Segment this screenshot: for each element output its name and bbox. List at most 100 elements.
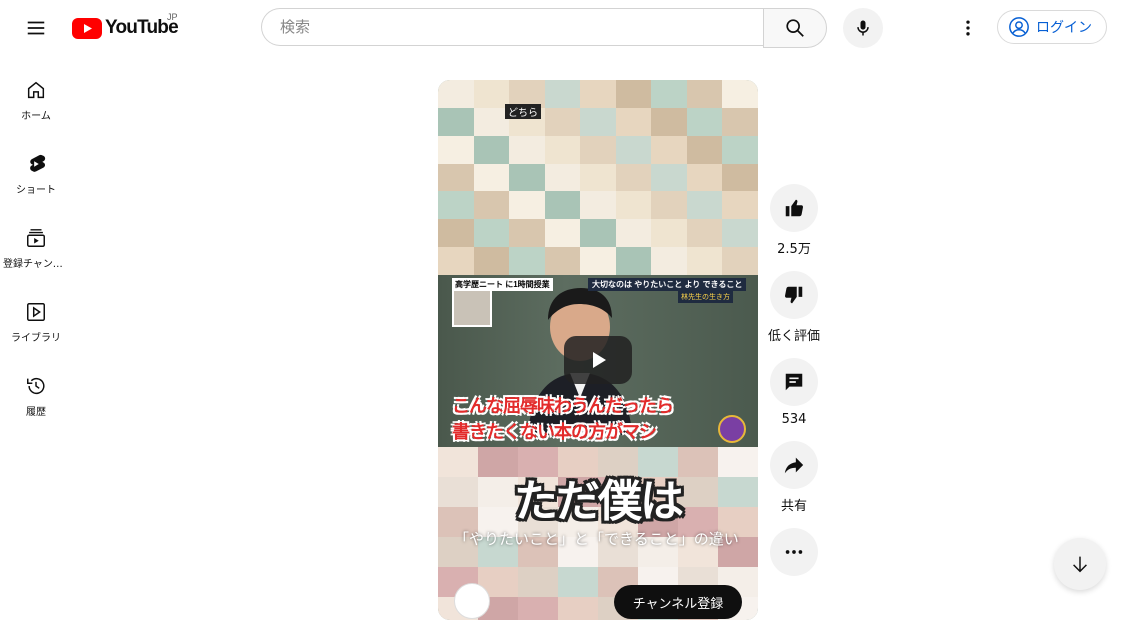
search-input[interactable] (278, 17, 763, 37)
mosaic-tile (544, 135, 581, 164)
settings-more-button[interactable] (948, 8, 988, 48)
tv-caption-line-2: 書きたくない本の方がマシ (452, 422, 657, 443)
subscriptions-icon (24, 226, 48, 250)
tv-caption-line-1: こんな屈辱味わうんだったら (452, 396, 674, 417)
play-button[interactable] (564, 336, 632, 384)
sidebar-item-label: 登録チャンネル (3, 259, 69, 270)
mosaic-tile (722, 219, 758, 248)
sidebar-item-label: ショート (16, 185, 56, 196)
tv-label-left: 高学歴ニート に1時間授業 (452, 278, 553, 291)
mosaic-tile (580, 163, 616, 192)
share-label: 共有 (780, 499, 807, 514)
mosaic-tile (722, 80, 758, 108)
mosaic-tile (438, 247, 474, 275)
mosaic-tile (473, 107, 510, 136)
login-label: ログイン (1036, 20, 1092, 36)
mosaic-tile (438, 135, 474, 164)
more-options-button[interactable] (770, 528, 818, 576)
shorts-actions: 2.5万 低く評価 534 共有 (768, 184, 820, 590)
mosaic-tile (615, 247, 652, 275)
video-title[interactable]: 「やりたいこと」と「できること」の違い (454, 528, 754, 550)
sidebar-item-library[interactable]: ライブラリ (0, 278, 72, 352)
mosaic-tile (722, 107, 758, 136)
mosaic-tile (686, 80, 723, 108)
mosaic-tile (473, 80, 510, 108)
mosaic-tile (615, 191, 652, 220)
mosaic-tile (473, 135, 510, 164)
next-video-button[interactable] (1054, 538, 1106, 590)
sidebar-item-history[interactable]: 履歴 (0, 352, 72, 426)
mosaic-tile (438, 219, 474, 248)
mosaic-tile (722, 191, 758, 220)
mosaic-tile (473, 219, 510, 248)
login-button[interactable]: ログイン (997, 10, 1107, 44)
search-button[interactable] (763, 8, 827, 48)
microphone-icon (857, 20, 869, 36)
tv-label-right: 大切なのは やりたいこと より できること (588, 278, 747, 291)
sidebar-item-subscriptions[interactable]: 登録チャンネル (0, 204, 72, 278)
mosaic-tile (686, 107, 723, 136)
youtube-logo[interactable]: YouTube (72, 16, 179, 40)
sidebar-item-shorts[interactable]: ショート (0, 130, 72, 204)
subscribe-button[interactable]: チャンネル登録 (614, 585, 742, 619)
mosaic-tile (651, 219, 687, 248)
mosaic-tile (518, 597, 558, 620)
like-count: 2.5万 (777, 242, 811, 257)
comments-button[interactable] (770, 358, 818, 406)
mosaic-tile (686, 191, 723, 220)
mosaic-tile (651, 107, 687, 136)
channel-watermark-icon (718, 415, 746, 443)
history-icon (24, 374, 48, 398)
mosaic-tile (580, 80, 616, 108)
mosaic-tile (544, 80, 581, 108)
like-button[interactable] (770, 184, 818, 232)
shorts-icon (24, 152, 48, 176)
mosaic-tile (509, 163, 545, 192)
mosaic-tile (580, 135, 616, 164)
comment-icon (785, 373, 803, 391)
more-action (770, 528, 818, 576)
mosaic-tile (651, 247, 687, 275)
share-action: 共有 (770, 441, 818, 514)
mosaic-tile (651, 80, 687, 108)
mosaic-tile (518, 567, 558, 597)
mosaic-tile (580, 191, 616, 220)
sidebar-item-label: 履歴 (26, 407, 46, 418)
mosaic-tile (544, 107, 581, 136)
like-action: 2.5万 (770, 184, 818, 257)
mosaic-tile (615, 135, 652, 164)
dislike-button[interactable] (770, 271, 818, 319)
channel-avatar[interactable] (454, 583, 490, 619)
vertical-dots-icon (966, 20, 970, 36)
mosaic-tile (615, 80, 652, 108)
share-arrow-icon (784, 457, 804, 474)
mosaic-tile (544, 247, 581, 275)
share-button[interactable] (770, 441, 818, 489)
play-icon (593, 352, 606, 368)
mosaic-tile (686, 219, 723, 248)
video-overlay-tag: どちら (505, 104, 541, 119)
mosaic-tile (438, 107, 474, 136)
mosaic-tile (651, 191, 687, 220)
guide-menu-button[interactable] (16, 8, 56, 48)
region-code: JP (167, 12, 178, 22)
sidebar-item-home[interactable]: ホーム (0, 56, 72, 130)
search-icon (786, 19, 804, 37)
youtube-play-logo-icon (72, 17, 102, 39)
mosaic-tile (544, 163, 581, 192)
mosaic-tile (544, 191, 581, 220)
mosaic-tile (509, 247, 545, 275)
mini-guide-sidebar: ホーム ショート 登録チャンネル ライブラリ 履歴 (0, 56, 72, 426)
mosaic-tile (509, 191, 545, 220)
tv-sub-label: 林先生の生き方 (678, 291, 733, 303)
mosaic-tile (686, 135, 723, 164)
mosaic-tile (686, 247, 723, 275)
pixelated-video-frame-top (438, 80, 758, 275)
mosaic-tile (580, 219, 616, 248)
mosaic-tile (722, 247, 758, 275)
mosaic-tile (615, 163, 652, 192)
mosaic-tile (580, 107, 616, 136)
shorts-video-player[interactable]: どちら 高学歴ニート に1時間授業 大切なのは やりたいこと より できること … (438, 80, 758, 620)
voice-search-button[interactable] (843, 8, 883, 48)
sidebar-item-label: ホーム (21, 111, 51, 122)
